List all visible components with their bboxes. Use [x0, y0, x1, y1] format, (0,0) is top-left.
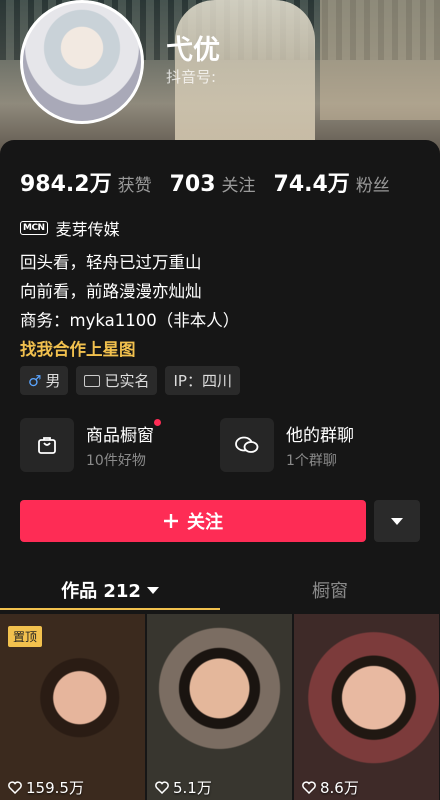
id-card-icon	[84, 374, 101, 387]
ip-location-tag: IP：四川	[165, 366, 240, 395]
stat-likes[interactable]: 984.2万 获赞	[20, 166, 152, 198]
plus-icon	[164, 514, 178, 528]
group-chat-title: 他的群聊	[286, 425, 354, 446]
gender-tag: ♂ 男	[20, 366, 69, 395]
stat-followers-label: 粉丝	[355, 176, 390, 196]
bio: 回头看，轻舟已过万重山 向前看，前路漫漫亦灿灿 商务：myka1100（非本人）…	[20, 248, 239, 364]
shop-window-title: 商品橱窗	[86, 418, 161, 446]
shop-window-subtitle: 10件好物	[86, 452, 146, 469]
bag-icon	[20, 418, 74, 472]
heart-icon	[155, 781, 169, 794]
chevron-down-icon	[391, 517, 403, 525]
bio-line: 回头看，轻舟已过万重山	[20, 253, 202, 272]
services-row: 商品橱窗 10件好物 他的群聊 1个群聊	[20, 418, 420, 472]
verified-label: 已实名	[104, 372, 150, 390]
stat-likes-value: 984.2万	[20, 172, 112, 197]
follow-button[interactable]: 关注	[20, 500, 366, 542]
stat-following-label: 关注	[221, 176, 256, 196]
shop-window-entry[interactable]: 商品橱窗 10件好物	[20, 418, 220, 472]
video-likes: 8.6万	[302, 777, 359, 798]
video-grid: 置顶 159.5万 5.1万 8.6万	[0, 614, 440, 800]
video-likes: 159.5万	[8, 777, 84, 798]
tab-works-label: 作品 212	[61, 581, 141, 602]
tab-shop-window-label: 橱窗	[312, 581, 348, 602]
notification-dot	[154, 418, 161, 426]
content-tabs: 作品 212 橱窗	[0, 568, 440, 612]
mcn-name: 麦芽传媒	[55, 220, 120, 239]
stat-likes-label: 获赞	[117, 176, 152, 196]
video-likes-count: 5.1万	[173, 779, 212, 797]
video-thumbnail[interactable]: 置顶 159.5万	[0, 614, 145, 800]
stats-row: 984.2万 获赞 703 关注 74.4万 粉丝	[20, 166, 390, 198]
star-map-link[interactable]: 找我合作上星图	[20, 335, 239, 364]
mcn-badge-icon: MCN	[20, 221, 48, 235]
bio-line: 商务：myka1100（非本人）	[20, 311, 240, 330]
profile-name: 弋优	[166, 35, 220, 66]
stat-followers-value: 74.4万	[273, 172, 350, 197]
douyin-id-label[interactable]: 抖音号:	[166, 66, 216, 87]
more-options-button[interactable]	[374, 500, 420, 542]
profile-tags: ♂ 男 已实名 IP：四川	[20, 366, 240, 395]
tab-works[interactable]: 作品 212	[0, 568, 220, 612]
male-icon: ♂	[28, 371, 42, 390]
chat-icon	[220, 418, 274, 472]
heart-icon	[8, 781, 22, 794]
stat-followers[interactable]: 74.4万 粉丝	[274, 166, 390, 198]
group-chat-subtitle: 1个群聊	[286, 452, 337, 469]
stat-following[interactable]: 703 关注	[170, 171, 256, 197]
verified-tag: 已实名	[76, 366, 158, 395]
active-tab-indicator	[0, 608, 220, 610]
avatar[interactable]	[20, 0, 144, 124]
video-thumbnail[interactable]: 8.6万	[294, 614, 439, 800]
stat-following-value: 703	[169, 172, 216, 197]
video-likes: 5.1万	[155, 777, 212, 798]
heart-icon	[302, 781, 316, 794]
profile-card: 984.2万 获赞 703 关注 74.4万 粉丝 MCN 麦芽传媒 回头看，轻…	[0, 140, 440, 800]
tab-shop-window[interactable]: 橱窗	[220, 568, 440, 612]
video-likes-count: 8.6万	[320, 779, 359, 797]
gender-label: 男	[45, 372, 61, 390]
bio-line: 向前看，前路漫漫亦灿灿	[20, 282, 202, 301]
caret-down-icon	[146, 586, 159, 594]
header-background-figure-right	[320, 0, 440, 120]
video-thumbnail[interactable]: 5.1万	[147, 614, 292, 800]
video-likes-count: 159.5万	[26, 779, 84, 797]
mcn-organization[interactable]: MCN 麦芽传媒	[20, 216, 120, 240]
group-chat-entry[interactable]: 他的群聊 1个群聊	[220, 418, 420, 472]
follow-label: 关注	[187, 512, 223, 533]
pinned-badge: 置顶	[8, 626, 43, 647]
ip-location-label: IP：四川	[173, 372, 232, 390]
